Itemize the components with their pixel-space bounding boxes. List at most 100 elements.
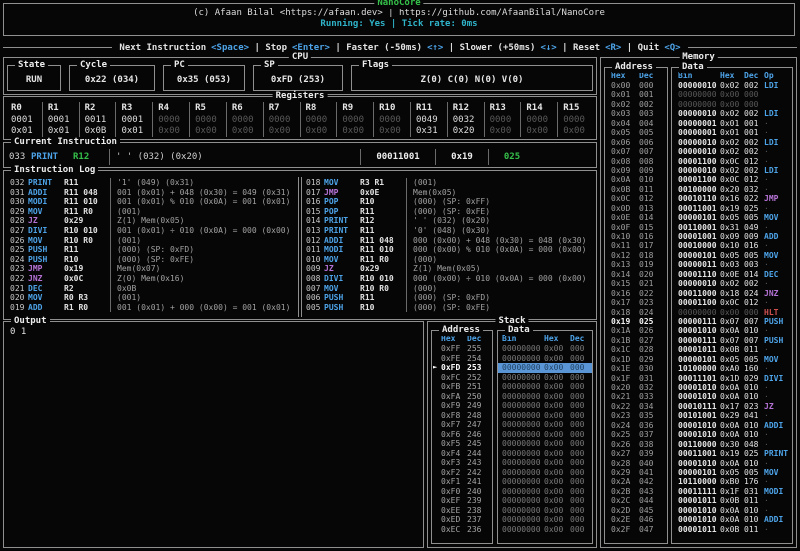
log-row-detail: 001 (0x01) ÷ 010 (0x0A) = 000 (0x00)	[117, 226, 298, 236]
memory-value-op: MOV	[764, 468, 792, 477]
memory-address-hex: 0x0E	[611, 213, 639, 222]
memory-data-row: 00000111 0x07 007 PUSH	[672, 317, 792, 326]
memory-value-dec: 048	[744, 440, 764, 449]
memory-value-dec: 016	[744, 241, 764, 250]
divider	[488, 149, 489, 165]
memory-data-row: 00001100 0x0C 012 ·	[672, 157, 792, 166]
menu-item[interactable]: Reset<R>	[557, 43, 622, 53]
stack-data-row: 00000000 0x00 000	[498, 401, 592, 411]
stack-address-box: Address Hex Dec ► 0xFF 255 ► 0xFE 254 ► …	[431, 330, 493, 544]
memory-value-bin: 00001010	[678, 383, 720, 392]
memory-value-bin: 00000010	[678, 81, 720, 90]
stack-value-bin: 00000000	[502, 344, 544, 354]
memory-value-op: ·	[764, 147, 792, 156]
memory-address-row: 0x15 021	[605, 279, 667, 288]
divider	[110, 188, 111, 198]
stack-header-hex: Hex	[544, 334, 570, 344]
divider	[406, 274, 407, 284]
memory-value-hex: 0x0A	[720, 421, 744, 430]
memory-address-dec: 010	[639, 175, 653, 184]
divider	[110, 284, 111, 294]
stack-address-dec: 236	[467, 525, 481, 535]
memory-value-hex: 0xB0	[720, 477, 744, 486]
menu-item[interactable]: Next Instruction<Space>	[119, 43, 249, 53]
log-row: 009 JZ 0x29 Z(1) Mem(0x05)	[302, 264, 594, 274]
memory-address-hex: 0x0C	[611, 194, 639, 203]
memory-value-op: ·	[764, 430, 792, 439]
current-instruction-title: Current Instruction	[11, 137, 120, 148]
memory-value-dec: 007	[744, 336, 764, 345]
register-dec-value: 0000	[269, 115, 300, 127]
register-cell: R8 0000 0x00	[301, 102, 338, 137]
divider	[406, 178, 407, 188]
status-line: Running: Yes | Tick rate: 0ms	[4, 19, 794, 29]
memory-address-hex: 0x05	[611, 128, 639, 137]
memory-value-dec: 025	[744, 449, 764, 458]
stack-address-dec: 252	[467, 373, 481, 383]
memory-address-title: Address	[612, 62, 656, 73]
memory-address-hex: 0x26	[611, 440, 639, 449]
divider	[110, 264, 111, 274]
log-row-operands: R10 010	[64, 226, 110, 236]
divider	[110, 255, 111, 265]
log-row-mnemonic: PUSH	[28, 245, 64, 255]
memory-address-row: 0x1F 031	[605, 374, 667, 383]
memory-value-dec: 005	[744, 251, 764, 260]
stack-data-row: 00000000 0x00 000	[498, 382, 592, 392]
log-row-mnemonic: MODI	[28, 197, 64, 207]
register-hex-value: 0x00	[342, 126, 373, 138]
register-dec-value: 0000	[232, 115, 263, 127]
memory-value-bin: 00011000	[678, 289, 720, 298]
memory-address-row: 0x21 033	[605, 392, 667, 401]
stack-address-row: ► 0xFA 250	[432, 392, 492, 402]
log-row-mnemonic: POP	[324, 207, 360, 217]
memory-value-op: PUSH	[764, 317, 792, 326]
memory-address-hex: 0x1E	[611, 364, 639, 373]
memory-value-op: ADD	[764, 232, 792, 241]
log-row-number: 024	[6, 255, 28, 265]
register-dec-value: 0011	[85, 115, 116, 127]
menu-item[interactable]: Faster (-50ms)<↑>	[330, 43, 443, 53]
divider	[110, 245, 111, 255]
memory-value-bin: 00001100	[678, 175, 720, 184]
instruction-log-right-column: 018 MOV R3 R1 (001) 017 JMP 0x0E Mem(0x0…	[301, 177, 594, 317]
stack-address-dec: 253	[467, 363, 481, 373]
cpu-panel: CPU State RUN Cycle 0x22 (034) PC 0x35 (…	[3, 57, 597, 95]
stack-address-row: ► 0xF5 245	[432, 439, 492, 449]
register-name: R9	[342, 103, 373, 115]
stack-data-row: 00000000 0x00 000	[498, 458, 592, 468]
register-name: R13	[490, 103, 521, 115]
memory-address-row: 0x0C 012	[605, 194, 667, 203]
stack-value-bin: 00000000	[502, 468, 544, 478]
memory-address-dec: 020	[639, 270, 653, 279]
register-name: R2	[85, 103, 116, 115]
memory-address-row: 0x09 009	[605, 166, 667, 175]
memory-address-hex: 0x09	[611, 166, 639, 175]
menu-item[interactable]: Stop<Enter>	[249, 43, 330, 53]
cpu-flags-label: Flags	[359, 60, 392, 71]
menu-item[interactable]: Slower (+50ms)<↓>	[443, 43, 556, 53]
memory-address-dec: 026	[639, 326, 653, 335]
memory-data-row: 00000000 0x00 000	[672, 90, 792, 99]
memory-value-dec: 012	[744, 157, 764, 166]
memory-value-hex: 0x0A	[720, 459, 744, 468]
log-row-number: 030	[6, 197, 28, 207]
memory-value-op: LDI	[764, 138, 792, 147]
memory-value-dec: 010	[744, 326, 764, 335]
divider	[110, 216, 111, 226]
log-row-number: 021	[6, 284, 28, 294]
memory-value-hex: 0x05	[720, 468, 744, 477]
cpu-pc-box: PC 0x35 (053)	[163, 65, 245, 91]
log-row-number: 007	[302, 284, 324, 294]
register-dec-value: 0000	[342, 115, 373, 127]
memory-value-bin: 00000010	[678, 109, 720, 118]
memory-value-dec: 176	[744, 477, 764, 486]
memory-value-dec: 005	[744, 468, 764, 477]
menu-item[interactable]: Quit<Q>	[621, 43, 680, 53]
memory-value-op: DIVI	[764, 374, 792, 383]
memory-value-bin: 00001001	[678, 232, 720, 241]
memory-address-hex: 0x11	[611, 241, 639, 250]
log-row-number: 022	[6, 274, 28, 284]
register-cell: R14 0000 0x00	[521, 102, 558, 137]
log-row-number: 020	[6, 293, 28, 303]
